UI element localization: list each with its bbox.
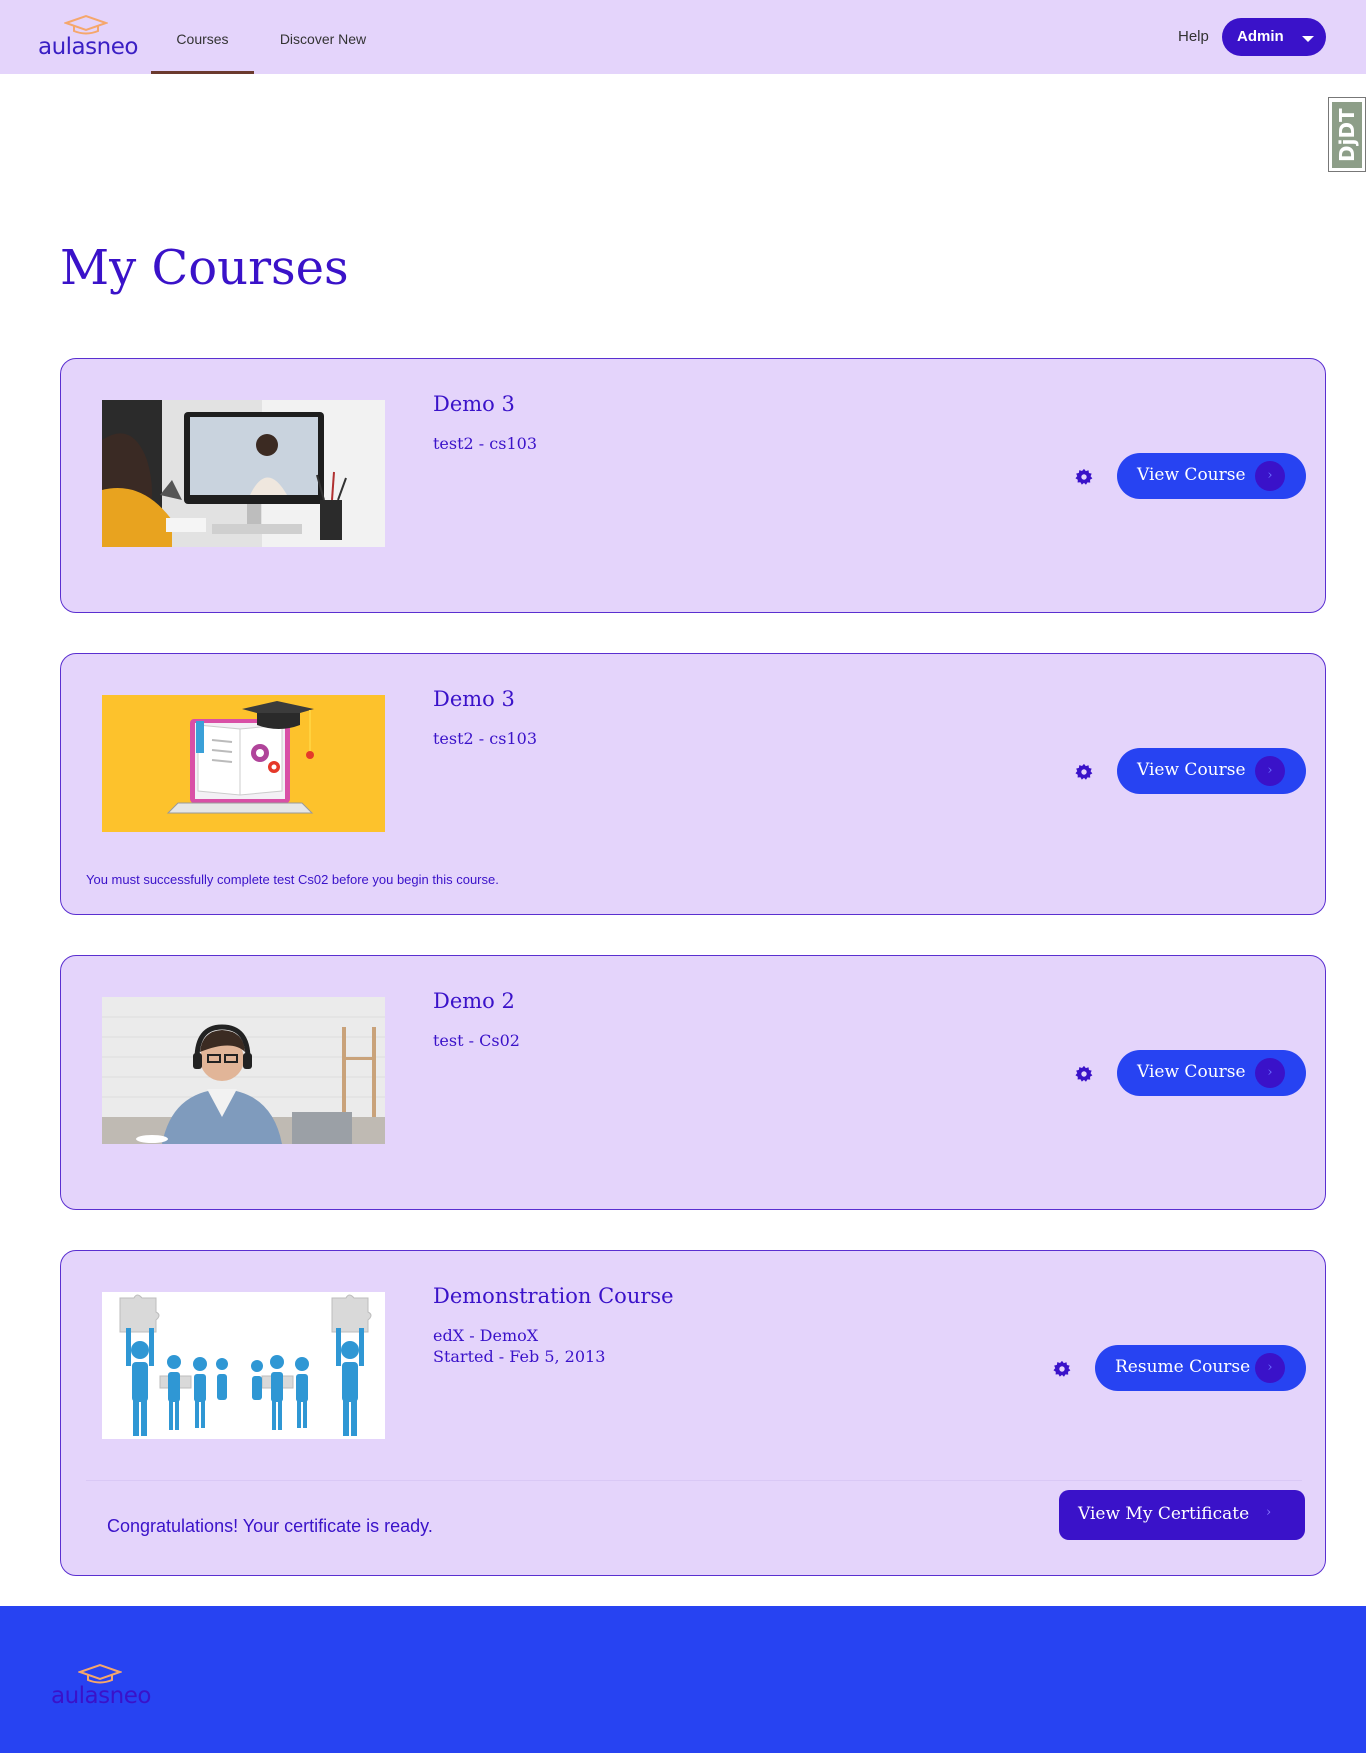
course-title[interactable]: Demo 2 <box>433 989 515 1013</box>
course-subtitle: test2 - cs103 <box>433 729 538 748</box>
user-menu-label: Admin <box>1237 28 1284 45</box>
puzzle-people-image <box>102 1292 385 1439</box>
course-card: Demo 3 test2 - cs103 View Course › You m… <box>60 653 1326 915</box>
view-course-label: View Course <box>1137 465 1246 485</box>
debug-toolbar-handle[interactable]: DjDT <box>1328 97 1366 172</box>
user-menu-button[interactable]: Admin <box>1222 18 1326 56</box>
tab-discover-new[interactable]: Discover New <box>268 0 378 74</box>
course-subtitle: test2 - cs103 <box>433 434 538 453</box>
debug-toolbar-label: DjDT <box>1332 102 1362 168</box>
tab-courses[interactable]: Courses <box>151 0 254 74</box>
man-headphones-image <box>102 997 385 1144</box>
logo-text: aulasneo <box>38 34 138 60</box>
view-course-label: View Course <box>1137 1062 1246 1082</box>
graduation-cap-icon <box>78 1663 122 1684</box>
view-course-button[interactable]: View Course › <box>1117 453 1306 499</box>
course-card: Demo 2 test - Cs02 View Course › <box>60 955 1326 1210</box>
resume-course-button[interactable]: Resume Course › <box>1095 1345 1306 1391</box>
course-image[interactable] <box>102 695 385 832</box>
chevron-right-icon: › <box>1266 1505 1272 1520</box>
course-image[interactable] <box>102 1292 385 1439</box>
help-link[interactable]: Help <box>1178 28 1209 45</box>
prerequisite-note: You must successfully complete test Cs02… <box>86 872 499 887</box>
chevron-right-icon: › <box>1255 1058 1285 1088</box>
graduation-cap-icon <box>64 14 108 35</box>
woman-video-call-image <box>102 400 385 547</box>
view-certificate-button[interactable]: View My Certificate › <box>1059 1490 1305 1540</box>
course-image[interactable] <box>102 997 385 1144</box>
course-subtitle: test - Cs02 <box>433 1031 520 1050</box>
course-title[interactable]: Demo 3 <box>433 392 515 416</box>
page-title: My Courses <box>60 240 349 296</box>
laptop-book-image <box>102 695 385 832</box>
view-certificate-label: View My Certificate <box>1078 1504 1250 1524</box>
course-card: Demo 3 test2 - cs103 View Course › <box>60 358 1326 613</box>
footer-logo[interactable]: aulasneo <box>51 1663 151 1713</box>
chevron-right-icon: › <box>1255 461 1285 491</box>
gear-icon[interactable] <box>1075 763 1093 781</box>
course-title[interactable]: Demonstration Course <box>433 1284 674 1308</box>
gear-icon[interactable] <box>1075 1065 1093 1083</box>
top-navbar: aulasneo Courses Discover New Help Admin <box>0 0 1366 74</box>
view-course-label: View Course <box>1137 760 1246 780</box>
caret-down-icon <box>1302 36 1314 42</box>
gear-icon[interactable] <box>1075 468 1093 486</box>
view-course-button[interactable]: View Course › <box>1117 1050 1306 1096</box>
certificate-message: Congratulations! Your certificate is rea… <box>107 1516 433 1536</box>
aulasneo-logo[interactable]: aulasneo <box>38 14 138 60</box>
footer-logo-text: aulasneo <box>51 1683 151 1709</box>
gear-icon[interactable] <box>1053 1360 1071 1378</box>
course-subtitle: edX - DemoX <box>433 1326 539 1345</box>
view-course-button[interactable]: View Course › <box>1117 748 1306 794</box>
footer: aulasneo <box>0 1606 1366 1753</box>
course-start-date: Started - Feb 5, 2013 <box>433 1347 606 1366</box>
chevron-right-icon: › <box>1255 756 1285 786</box>
chevron-right-icon: › <box>1255 1353 1285 1383</box>
card-divider <box>86 1480 1302 1481</box>
course-card: Demonstration Course edX - DemoX Started… <box>60 1250 1326 1576</box>
course-title[interactable]: Demo 3 <box>433 687 515 711</box>
resume-course-label: Resume Course <box>1115 1357 1251 1377</box>
course-image[interactable] <box>102 400 385 547</box>
